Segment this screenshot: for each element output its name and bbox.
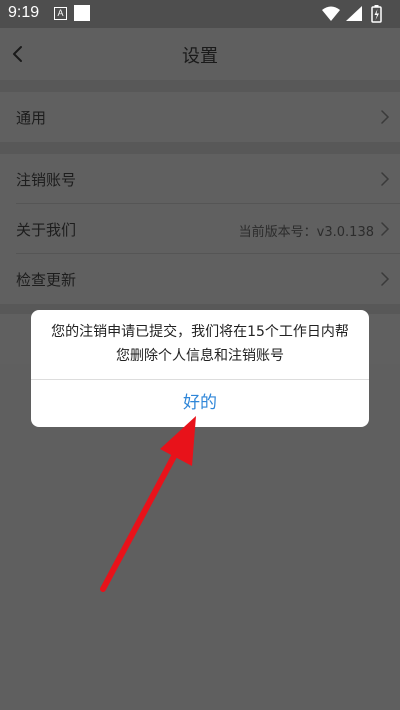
annotation-arrow-icon xyxy=(100,416,196,592)
